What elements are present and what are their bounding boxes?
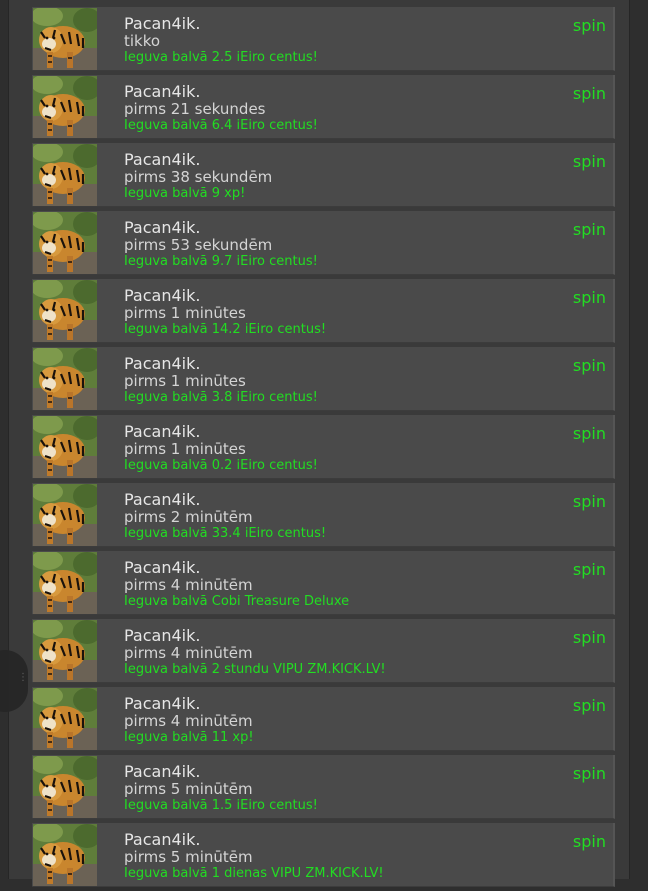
username: Pacan4ik. xyxy=(124,14,201,33)
list-item: Pacan4ik. pirms 2 minūtēm Ieguva balvā 3… xyxy=(32,483,615,547)
tiger-avatar-icon xyxy=(33,824,97,886)
list-item: Pacan4ik. tikko Ieguva balvā 2.5 iEiro c… xyxy=(32,7,615,71)
tiger-avatar-icon xyxy=(33,348,97,410)
list-item: Pacan4ik. pirms 4 minūtēm Ieguva balvā C… xyxy=(32,551,615,615)
spin-link[interactable]: spin xyxy=(573,764,606,783)
spin-link[interactable]: spin xyxy=(573,560,606,579)
list-item: Pacan4ik. pirms 1 minūtes Ieguva balvā 3… xyxy=(32,347,615,411)
prize-text: Ieguva balvā 2.5 iEiro centus! xyxy=(124,50,318,65)
tiger-avatar-icon xyxy=(33,484,97,546)
tiger-avatar-icon xyxy=(33,552,97,614)
list-item: Pacan4ik. pirms 53 sekundēm Ieguva balvā… xyxy=(32,211,615,275)
prize-text: Ieguva balvā 2 stundu VIPU ZM.KICK.LV! xyxy=(124,662,386,677)
spin-link[interactable]: spin xyxy=(573,288,606,307)
list-item: Pacan4ik. pirms 4 minūtēm Ieguva balvā 1… xyxy=(32,687,615,751)
timestamp: pirms 21 sekundes xyxy=(124,100,266,118)
username: Pacan4ik. xyxy=(124,830,201,849)
list-item: Pacan4ik. pirms 1 minūtes Ieguva balvā 1… xyxy=(32,279,615,343)
prize-text: Ieguva balvā 9.7 iEiro centus! xyxy=(124,254,318,269)
spin-link[interactable]: spin xyxy=(573,152,606,171)
tiger-avatar-icon xyxy=(33,144,97,206)
prize-text: Ieguva balvā 3.8 iEiro centus! xyxy=(124,390,318,405)
timestamp: pirms 1 minūtes xyxy=(124,304,246,322)
timestamp: pirms 1 minūtes xyxy=(124,440,246,458)
tiger-avatar-icon xyxy=(33,416,97,478)
spin-link[interactable]: spin xyxy=(573,16,606,35)
spin-link[interactable]: spin xyxy=(573,84,606,103)
spin-link[interactable]: spin xyxy=(573,356,606,375)
spin-feed-panel: Pacan4ik. tikko Ieguva balvā 2.5 iEiro c… xyxy=(8,0,630,887)
spin-link[interactable]: spin xyxy=(573,832,606,851)
username: Pacan4ik. xyxy=(124,218,201,237)
prize-text: Ieguva balvā 33.4 iEiro centus! xyxy=(124,526,327,541)
timestamp: pirms 4 minūtēm xyxy=(124,576,253,594)
list-item: Pacan4ik. pirms 4 minūtēm Ieguva balvā 2… xyxy=(32,619,615,683)
spin-link[interactable]: spin xyxy=(573,628,606,647)
prize-text: Ieguva balvā 6.4 iEiro centus! xyxy=(124,118,318,133)
username: Pacan4ik. xyxy=(124,558,201,577)
timestamp: pirms 4 minūtēm xyxy=(124,644,253,662)
prize-text: Ieguva balvā Cobi Treasure Deluxe xyxy=(124,594,350,609)
handle-dots-icon: ⋮ xyxy=(18,672,28,683)
timestamp: pirms 4 minūtēm xyxy=(124,712,253,730)
username: Pacan4ik. xyxy=(124,694,201,713)
spin-link[interactable]: spin xyxy=(573,492,606,511)
username: Pacan4ik. xyxy=(124,762,201,781)
prize-text: Ieguva balvā 0.2 iEiro centus! xyxy=(124,458,318,473)
spin-link[interactable]: spin xyxy=(573,220,606,239)
tiger-avatar-icon xyxy=(33,8,97,70)
tiger-avatar-icon xyxy=(33,280,97,342)
prize-text: Ieguva balvā 9 xp! xyxy=(124,186,246,201)
timestamp: pirms 5 minūtēm xyxy=(124,848,253,866)
prize-text: Ieguva balvā 11 xp! xyxy=(124,730,254,745)
tiger-avatar-icon xyxy=(33,212,97,274)
timestamp: pirms 53 sekundēm xyxy=(124,236,273,254)
timestamp: tikko xyxy=(124,32,161,50)
spin-link[interactable]: spin xyxy=(573,424,606,443)
list-item: Pacan4ik. pirms 21 sekundes Ieguva balvā… xyxy=(32,75,615,139)
list-item: Pacan4ik. pirms 5 minūtēm Ieguva balvā 1… xyxy=(32,755,615,819)
list-item: Pacan4ik. pirms 5 minūtēm Ieguva balvā 1… xyxy=(32,823,615,887)
list-item: Pacan4ik. pirms 1 minūtes Ieguva balvā 0… xyxy=(32,415,615,479)
username: Pacan4ik. xyxy=(124,490,201,509)
timestamp: pirms 1 minūtes xyxy=(124,372,246,390)
spin-link[interactable]: spin xyxy=(573,696,606,715)
timestamp: pirms 5 minūtēm xyxy=(124,780,253,798)
username: Pacan4ik. xyxy=(124,150,201,169)
username: Pacan4ik. xyxy=(124,422,201,441)
username: Pacan4ik. xyxy=(124,626,201,645)
tiger-avatar-icon xyxy=(33,756,97,818)
prize-text: Ieguva balvā 14.2 iEiro centus! xyxy=(124,322,327,337)
tiger-avatar-icon xyxy=(33,76,97,138)
username: Pacan4ik. xyxy=(124,354,201,373)
tiger-avatar-icon xyxy=(33,688,97,750)
list-item: Pacan4ik. pirms 38 sekundēm Ieguva balvā… xyxy=(32,143,615,207)
timestamp: pirms 2 minūtēm xyxy=(124,508,253,526)
username: Pacan4ik. xyxy=(124,82,201,101)
prize-text: Ieguva balvā 1.5 iEiro centus! xyxy=(124,798,318,813)
spin-history-list: Pacan4ik. tikko Ieguva balvā 2.5 iEiro c… xyxy=(32,7,615,891)
username: Pacan4ik. xyxy=(124,286,201,305)
tiger-avatar-icon xyxy=(33,620,97,682)
timestamp: pirms 38 sekundēm xyxy=(124,168,273,186)
